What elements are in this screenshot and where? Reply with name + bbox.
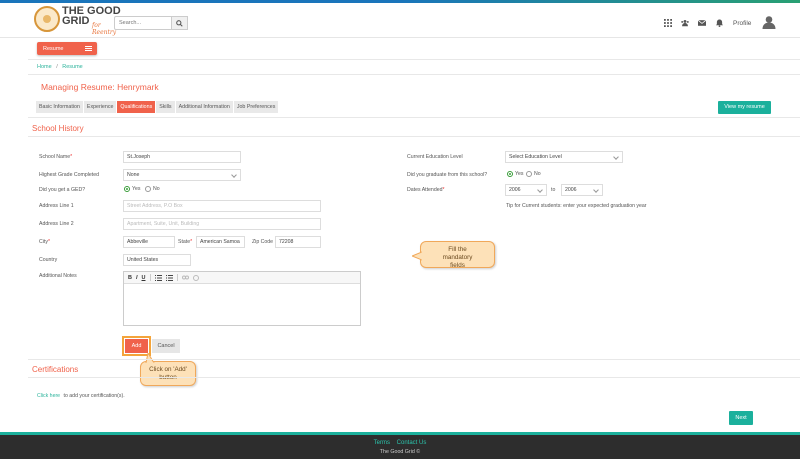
header: THE GOOD GRID for Reentry Profile xyxy=(0,3,800,38)
terms-link[interactable]: Terms xyxy=(374,440,390,446)
contact-us-link[interactable]: Contact Us xyxy=(397,440,427,446)
certifications-prompt: Click here to add your certification(s). xyxy=(37,393,125,399)
logo-badge-icon xyxy=(34,6,60,32)
tab-qualifications[interactable]: Qualifications xyxy=(117,101,156,113)
school-name-input[interactable]: St.Joseph xyxy=(123,151,241,163)
link-icon[interactable] xyxy=(181,275,189,280)
certifications-text: to add your certification(s). xyxy=(63,393,125,399)
bell-icon[interactable] xyxy=(715,19,723,27)
education-level-label: Current Education Level xyxy=(407,154,463,160)
additional-notes-editor[interactable]: B I U xyxy=(123,271,361,326)
divider xyxy=(28,359,800,360)
divider xyxy=(28,74,800,75)
bullet-list-icon[interactable] xyxy=(165,274,173,281)
copyright: The Good Grid © xyxy=(379,449,421,455)
logo[interactable]: THE GOOD GRID for Reentry xyxy=(34,6,124,36)
address-line2-input[interactable]: Apartment, Suite, Unit, Building xyxy=(123,218,321,230)
divider xyxy=(28,136,800,137)
unlink-icon[interactable] xyxy=(192,274,199,281)
apps-grid-icon[interactable] xyxy=(664,19,672,27)
country-select[interactable]: United States xyxy=(123,254,191,266)
breadcrumb-home[interactable]: Home xyxy=(37,64,52,70)
dates-attended-label: Dates Attended* xyxy=(407,187,445,193)
search-input[interactable] xyxy=(114,16,172,30)
profile-link[interactable]: Profile xyxy=(733,20,751,27)
radio-selected-icon xyxy=(124,186,130,192)
school-name-label: School Name* xyxy=(39,154,73,160)
resume-tabs: Basic Information Experience Qualificati… xyxy=(36,101,279,113)
address-line1-label: Address Line 1 xyxy=(39,203,74,209)
breadcrumb-resume[interactable]: Resume xyxy=(62,64,82,70)
page-title: Managing Resume: Henrymark xyxy=(41,82,159,92)
highest-grade-label: Highest Grade Completed xyxy=(39,172,99,178)
graduate-no-radio[interactable]: No xyxy=(526,171,541,177)
avatar[interactable] xyxy=(762,15,776,29)
radio-icon xyxy=(145,186,151,192)
state-select[interactable]: American Samoa xyxy=(196,236,245,248)
divider xyxy=(28,117,800,118)
user-avatar-icon xyxy=(762,16,776,29)
add-button-text: Click on 'Add' button xyxy=(149,366,187,381)
ged-label: Did you get a GED? xyxy=(39,187,86,193)
school-history-title: School History xyxy=(32,124,84,133)
certifications-title: Certifications xyxy=(32,365,79,374)
ged-no-radio[interactable]: No xyxy=(145,186,160,192)
zip-code-label: Zip Code xyxy=(252,239,274,245)
add-certification-link[interactable]: Click here xyxy=(37,393,60,399)
radio-selected-icon xyxy=(507,171,513,177)
numbered-list-icon[interactable] xyxy=(154,274,162,281)
divider xyxy=(28,59,800,60)
tab-skills[interactable]: Skills xyxy=(156,101,175,113)
date-from-select[interactable]: 2006 xyxy=(505,184,547,196)
date-to-select[interactable]: 2006 xyxy=(561,184,603,196)
editor-toolbar: B I U xyxy=(124,272,360,284)
view-resume-button[interactable]: View my resume xyxy=(718,101,771,114)
breadcrumb-separator: / xyxy=(56,64,58,70)
radio-icon xyxy=(526,171,532,177)
mail-icon[interactable] xyxy=(698,19,706,27)
city-label: City* xyxy=(39,239,50,245)
highest-grade-select[interactable]: None xyxy=(123,169,241,181)
graduate-yes-radio[interactable]: Yes xyxy=(507,171,523,177)
dates-to-label: to xyxy=(551,187,556,193)
tab-job-preferences[interactable]: Job Preferences xyxy=(233,101,279,113)
callout-pointer-icon xyxy=(412,251,422,261)
header-icons xyxy=(664,17,723,29)
fill-fields-callout: Fill the mandatory fields xyxy=(412,241,495,269)
tab-additional-information[interactable]: Additional Information xyxy=(175,101,233,113)
hamburger-icon[interactable] xyxy=(85,46,92,51)
city-input[interactable]: Abbeville xyxy=(123,236,175,248)
graduation-tip: Tip for Current students: enter your exp… xyxy=(506,203,647,209)
breadcrumb: Home / Resume xyxy=(37,64,83,70)
underline-button[interactable]: U xyxy=(142,275,146,281)
address-line1-input[interactable]: Street Address, P.O Box xyxy=(123,200,321,212)
resume-menu-bar[interactable]: Resume xyxy=(37,42,97,55)
callout-pointer-icon xyxy=(145,353,155,363)
additional-notes-label: Additional Notes xyxy=(39,273,77,279)
state-label: State* xyxy=(178,239,193,245)
users-icon[interactable] xyxy=(681,19,689,27)
add-school-button[interactable]: Add xyxy=(122,336,151,356)
search-icon xyxy=(176,19,183,27)
add-button-callout: Click on 'Add' button xyxy=(140,353,196,386)
bold-button[interactable]: B xyxy=(128,275,132,281)
resume-menu-label: Resume xyxy=(43,46,64,52)
country-label: Country xyxy=(39,257,58,263)
next-button[interactable]: Next xyxy=(729,411,753,425)
tab-experience[interactable]: Experience xyxy=(83,101,117,113)
tab-basic-information[interactable]: Basic Information xyxy=(36,101,83,113)
fill-fields-text: Fill the mandatory fields xyxy=(442,246,473,269)
graduate-label: Did you graduate from this school? xyxy=(407,172,488,178)
footer: Terms Contact Us The Good Grid © xyxy=(0,432,800,459)
ged-yes-radio[interactable]: Yes xyxy=(124,186,140,192)
zip-code-input[interactable]: 72208 xyxy=(275,236,321,248)
italic-button[interactable]: I xyxy=(136,275,138,281)
education-level-select[interactable]: Select Education Level xyxy=(505,151,623,163)
search-button[interactable] xyxy=(172,16,188,30)
divider xyxy=(28,377,800,378)
cancel-button[interactable]: Cancel xyxy=(152,339,180,353)
address-line2-label: Address Line 2 xyxy=(39,221,74,227)
